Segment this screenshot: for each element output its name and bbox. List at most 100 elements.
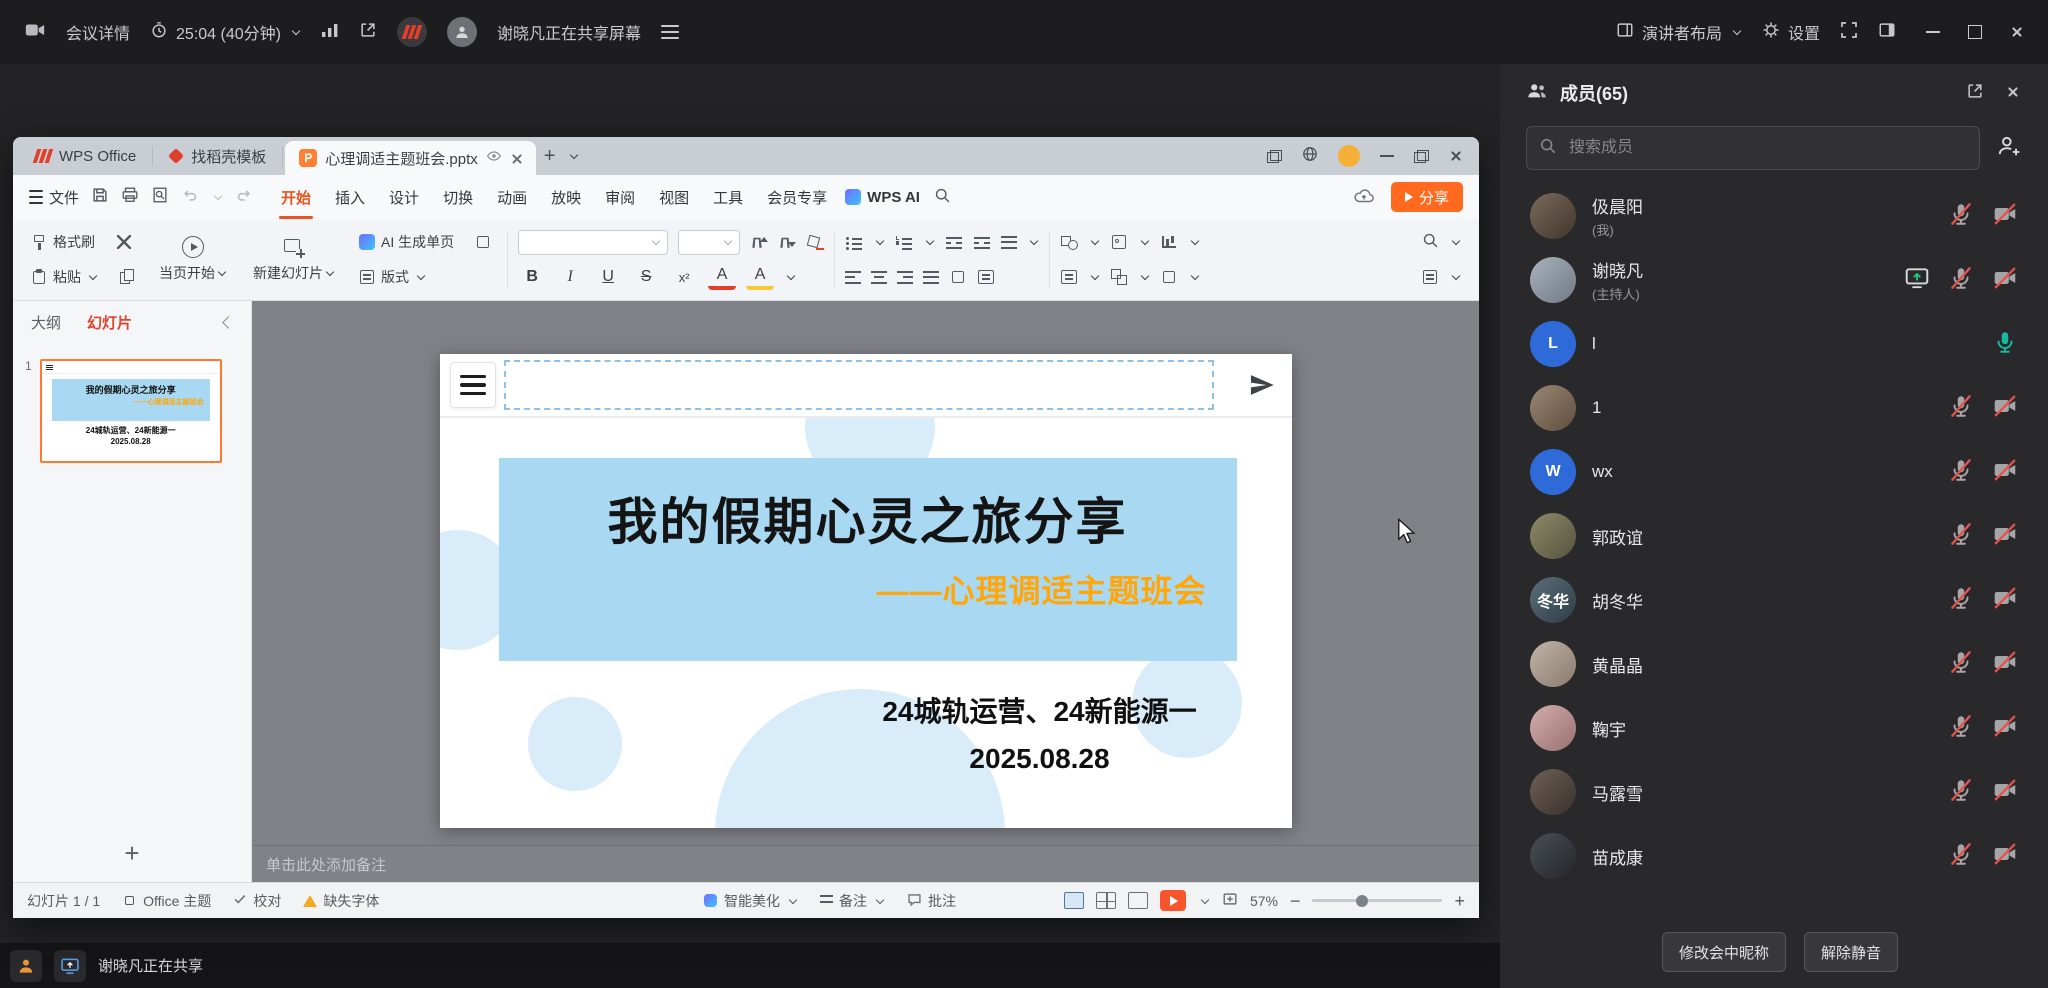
cloud-sync-icon[interactable] bbox=[1353, 186, 1375, 209]
slide-canvas[interactable]: 我的假期心灵之旅分享 ——心理调适主题班会 24城轨运营、24新能源一 2025… bbox=[252, 301, 1479, 882]
undo-chevron-icon[interactable] bbox=[214, 192, 222, 200]
notes-button[interactable]: 备注 bbox=[820, 891, 885, 911]
camera-off-icon[interactable] bbox=[1992, 265, 2018, 296]
text-placeholder[interactable] bbox=[504, 360, 1214, 410]
window-close-button[interactable] bbox=[2010, 25, 2024, 39]
unmute-button[interactable]: 解除静音 bbox=[1804, 932, 1898, 972]
mic-muted-icon[interactable] bbox=[1948, 393, 1974, 424]
add-member-icon[interactable] bbox=[1996, 133, 2022, 164]
chevron-down-icon[interactable] bbox=[1141, 237, 1149, 245]
arrange-icon[interactable] bbox=[1110, 268, 1128, 286]
member-search-box[interactable] bbox=[1526, 126, 1980, 170]
insert-image-icon[interactable] bbox=[1110, 233, 1128, 251]
undo-icon[interactable] bbox=[181, 186, 199, 208]
user-avatar[interactable] bbox=[1338, 145, 1360, 167]
text-tools-chevron-icon[interactable] bbox=[787, 272, 795, 280]
fullscreen-icon[interactable] bbox=[1840, 21, 1858, 44]
quick-style-icon[interactable] bbox=[1160, 268, 1178, 286]
member-row[interactable]: 郭政谊 bbox=[1500, 504, 2048, 568]
menu-placeholder-box[interactable] bbox=[450, 362, 496, 408]
zoom-in-button[interactable]: + bbox=[1454, 892, 1465, 910]
pane-layout-icon[interactable] bbox=[1421, 268, 1439, 286]
menu-tab-8[interactable]: 工具 bbox=[701, 175, 755, 219]
camera-off-icon[interactable] bbox=[1992, 201, 2018, 232]
increase-indent-icon[interactable] bbox=[973, 233, 991, 251]
menu-tab-0[interactable]: 开始 bbox=[269, 175, 323, 219]
member-row[interactable]: 苗成康 bbox=[1500, 824, 2048, 888]
wps-minimize-button[interactable] bbox=[1380, 155, 1394, 157]
share-button[interactable]: 分享 bbox=[1391, 182, 1463, 212]
align-justify-icon[interactable] bbox=[923, 271, 939, 284]
file-menu-button[interactable]: 文件 bbox=[29, 187, 79, 208]
bullet-list-icon[interactable] bbox=[845, 233, 863, 251]
mic-muted-icon[interactable] bbox=[1948, 521, 1974, 552]
redo-icon[interactable] bbox=[235, 186, 253, 208]
zoom-slider[interactable] bbox=[1312, 899, 1442, 902]
window-minimize-button[interactable] bbox=[1926, 31, 1940, 33]
cut-button[interactable] bbox=[110, 231, 138, 253]
meeting-app-taskbar-icon[interactable] bbox=[10, 950, 42, 982]
meeting-timer[interactable]: 25:04 (40分钟) bbox=[150, 20, 301, 44]
camera-off-icon[interactable] bbox=[1992, 521, 2018, 552]
print-preview-icon[interactable] bbox=[151, 186, 169, 208]
menu-tab-1[interactable]: 插入 bbox=[323, 175, 377, 219]
chevron-down-icon[interactable] bbox=[1191, 237, 1199, 245]
menu-tab-6[interactable]: 审阅 bbox=[593, 175, 647, 219]
menu-tab-3[interactable]: 切换 bbox=[431, 175, 485, 219]
numbered-list-icon[interactable] bbox=[895, 233, 913, 251]
settings-button[interactable]: 设置 bbox=[1762, 20, 1820, 44]
slideshow-play-button[interactable] bbox=[1160, 890, 1186, 911]
zoom-slider-knob[interactable] bbox=[1356, 895, 1368, 907]
new-slide-button[interactable]: 新建幻灯片 bbox=[245, 234, 343, 285]
chevron-down-icon[interactable] bbox=[1452, 272, 1460, 280]
member-row[interactable]: 谢晓凡 (主持人) bbox=[1500, 248, 2048, 312]
tab-list-chevron[interactable] bbox=[563, 137, 583, 175]
font-name-select[interactable] bbox=[518, 230, 668, 255]
text-box-icon[interactable] bbox=[1060, 268, 1078, 286]
paper-plane-icon[interactable] bbox=[1248, 371, 1276, 404]
rename-button[interactable]: 修改会中昵称 bbox=[1662, 932, 1786, 972]
globe-icon[interactable] bbox=[1302, 146, 1318, 166]
member-row[interactable]: W wx bbox=[1500, 440, 2048, 504]
find-icon[interactable] bbox=[1422, 232, 1439, 252]
zoom-percentage[interactable]: 57% bbox=[1250, 893, 1278, 909]
play-from-current-button[interactable]: 当页开始 bbox=[151, 234, 235, 285]
font-color-button[interactable]: A bbox=[708, 265, 736, 290]
add-slide-button[interactable]: + bbox=[124, 840, 139, 866]
mic-muted-icon[interactable] bbox=[1948, 841, 1974, 872]
copy-button[interactable] bbox=[113, 266, 141, 288]
slide-subtitle[interactable]: ——心理调适主题班会 bbox=[876, 566, 1236, 612]
member-row[interactable]: L l bbox=[1500, 312, 2048, 376]
new-tab-button[interactable]: + bbox=[536, 137, 564, 175]
member-search-input[interactable] bbox=[1567, 138, 1967, 158]
notes-area[interactable]: 单击此处添加备注 bbox=[252, 845, 1479, 882]
camera-off-icon[interactable] bbox=[1992, 585, 2018, 616]
mic-on-icon[interactable] bbox=[1992, 329, 2018, 360]
align-right-icon[interactable] bbox=[897, 271, 913, 284]
chevron-down-icon[interactable] bbox=[876, 237, 884, 245]
member-row[interactable]: 马露雪 bbox=[1500, 760, 2048, 824]
slide[interactable]: 我的假期心灵之旅分享 ——心理调适主题班会 24城轨运营、24新能源一 2025… bbox=[440, 354, 1292, 828]
align-left-icon[interactable] bbox=[845, 271, 861, 284]
chevron-down-icon[interactable] bbox=[1030, 237, 1038, 245]
superscript-button[interactable]: x² bbox=[670, 265, 698, 290]
screen-share-taskbar-icon[interactable] bbox=[54, 950, 86, 982]
ai-generate-button[interactable]: AI 生成单页 bbox=[353, 230, 459, 254]
columns-icon[interactable] bbox=[949, 268, 967, 286]
chevron-down-icon[interactable] bbox=[1141, 272, 1149, 280]
slide-header-row[interactable] bbox=[440, 354, 1292, 418]
network-signal-icon[interactable] bbox=[321, 22, 339, 43]
mic-muted-icon[interactable] bbox=[1948, 585, 1974, 616]
mic-muted-icon[interactable] bbox=[1948, 777, 1974, 808]
camera-off-icon[interactable] bbox=[1992, 457, 2018, 488]
insert-chart-icon[interactable] bbox=[1160, 233, 1178, 251]
camera-off-icon[interactable] bbox=[1992, 777, 2018, 808]
layout-selector[interactable]: 演讲者布局 bbox=[1616, 20, 1742, 44]
arrange-windows-icon[interactable] bbox=[1267, 150, 1282, 163]
missing-font-warning[interactable]: 缺失字体 bbox=[303, 891, 379, 911]
font-size-select[interactable] bbox=[678, 230, 740, 255]
member-row[interactable]: 冬华 胡冬华 bbox=[1500, 568, 2048, 632]
format-painter-button[interactable]: 格式刷 bbox=[25, 230, 100, 254]
tab-document[interactable]: P 心理调适主题班会.pptx bbox=[285, 141, 536, 175]
slide-thumbnail[interactable]: 我的假期心灵之旅分享 ——心理调适主题班会 24城轨运营、24新能源一 2025… bbox=[40, 359, 222, 463]
